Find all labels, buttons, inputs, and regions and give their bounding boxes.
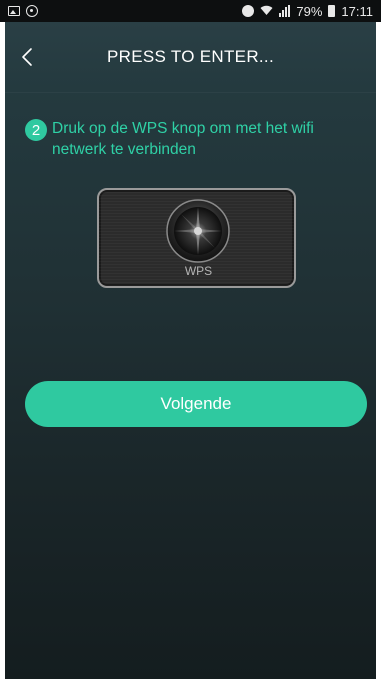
- battery-percent: 79%: [296, 3, 323, 19]
- chevron-left-icon[interactable]: [17, 46, 39, 68]
- page-title: PRESS TO ENTER...: [107, 47, 274, 66]
- status-right-icons: 79% 17:11: [242, 4, 373, 19]
- nav-bar: PRESS TO ENTER...: [5, 22, 376, 92]
- header-divider: [5, 92, 376, 93]
- image-icon: [8, 6, 20, 16]
- clock: 17:11: [341, 3, 373, 19]
- step-instruction: 2 Druk op de WPS knop om met het wifi ne…: [25, 118, 365, 160]
- next-button[interactable]: Volgende: [25, 381, 367, 427]
- app-screen: PRESS TO ENTER... 2 Druk op de WPS knop …: [5, 22, 376, 679]
- battery-icon: [328, 5, 336, 17]
- wifi-icon: [260, 5, 273, 18]
- step-number-badge: 2: [25, 119, 47, 141]
- status-left-icons: [8, 5, 38, 17]
- alarm-icon: [242, 5, 255, 17]
- circle-icon: [26, 5, 38, 17]
- wps-button-icon: [165, 198, 231, 264]
- signal-icon: [279, 5, 291, 17]
- wps-label: WPS: [184, 264, 213, 278]
- step-text: Druk op de WPS knop om met het wifi netw…: [52, 120, 314, 158]
- wps-device-image: WPS: [97, 188, 296, 288]
- status-bar: 79% 17:11: [0, 0, 381, 22]
